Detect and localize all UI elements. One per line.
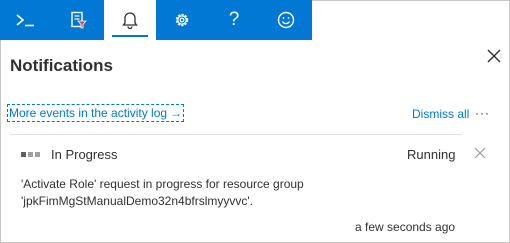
divider (10, 134, 462, 135)
settings-button[interactable] (156, 0, 208, 40)
smiley-icon (277, 11, 295, 29)
cloud-shell-button[interactable] (0, 0, 52, 40)
notifications-button[interactable] (104, 0, 156, 40)
arrow-right-icon: → (170, 106, 183, 120)
question-icon: ? (228, 9, 240, 30)
close-panel-button[interactable] (484, 46, 504, 66)
close-icon (474, 147, 486, 159)
notification-state: Running (407, 147, 456, 162)
notification-status: In Progress (51, 147, 118, 162)
terminal-prompt-icon (16, 14, 34, 27)
progress-indicator-icon (21, 152, 40, 157)
gear-icon (175, 13, 189, 27)
help-button[interactable]: ? (208, 0, 260, 40)
activity-log-link-label: More events in the activity log (9, 106, 168, 120)
feedback-button[interactable] (260, 0, 312, 40)
bell-icon (122, 12, 138, 29)
directory-filter-button[interactable] (52, 0, 104, 40)
directory-filter-icon (71, 11, 87, 29)
activity-log-link[interactable]: More events in the activity log → (6, 104, 185, 122)
notification-message: 'Activate Role' request in progress for … (21, 177, 304, 208)
dismiss-all-button[interactable]: Dismiss all (412, 107, 469, 121)
panel-title: Notifications (10, 56, 113, 75)
notification-timestamp: a few seconds ago (355, 220, 456, 234)
dismiss-notification-button[interactable] (473, 146, 487, 160)
more-options-button[interactable]: ··· (475, 106, 490, 120)
close-icon (487, 49, 501, 63)
portal-toolbar: ? (0, 0, 312, 40)
